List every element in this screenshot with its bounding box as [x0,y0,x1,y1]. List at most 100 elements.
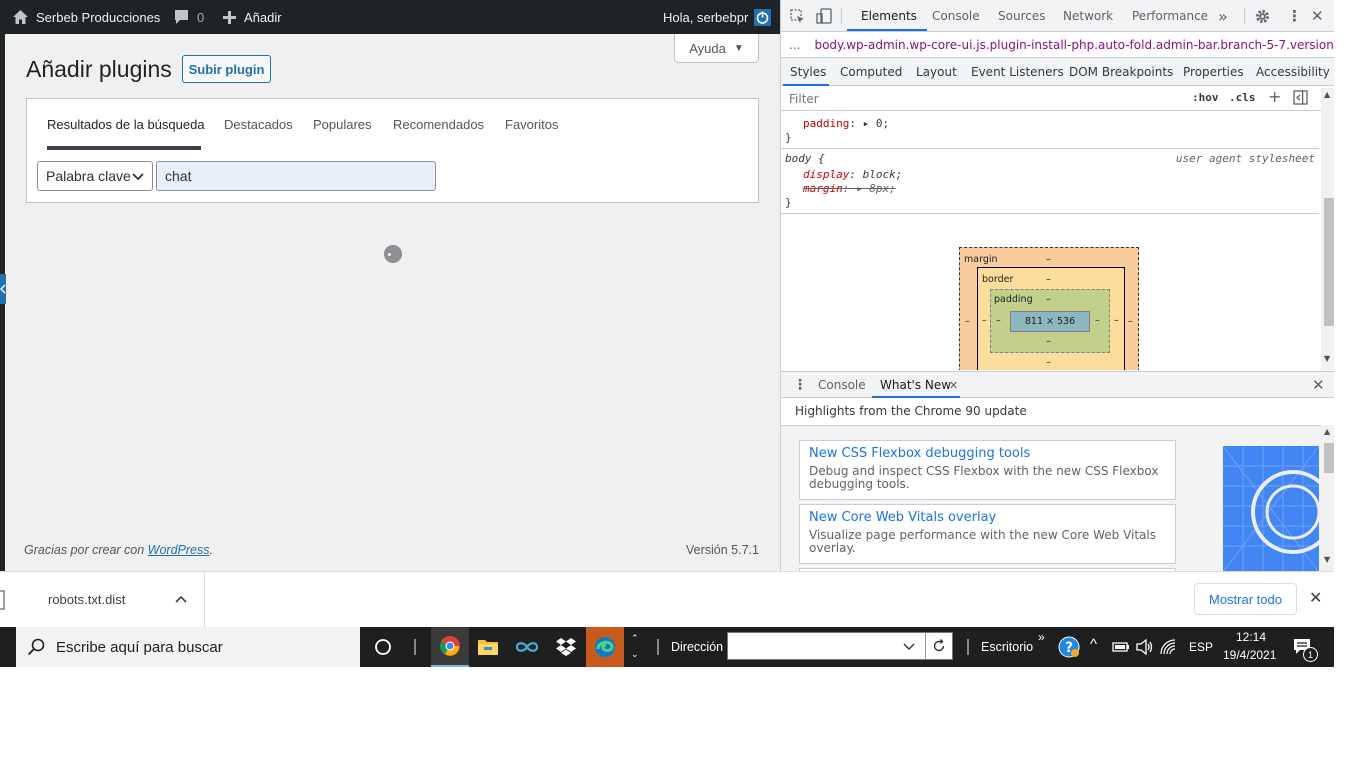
subtab-accessibility[interactable]: Accessibility [1256,58,1330,86]
tab-console[interactable]: Console [932,0,980,32]
scroll-down-arrow-icon[interactable]: ▼ [1324,354,1330,363]
greeting: Hola, serbebpr [663,9,749,25]
inspect-element-icon[interactable] [790,0,805,32]
help-tab-button[interactable]: Ayuda ▼ [674,34,759,63]
help-tray-icon[interactable]: ? [1052,627,1086,667]
tab-network[interactable]: Network [1063,0,1113,32]
css-display-declaration[interactable]: display: block; [803,168,902,181]
settings-gear-icon[interactable] [1255,0,1270,32]
close-downloads-icon[interactable]: ✕ [1309,588,1322,608]
my-account-link[interactable]: Hola, serbebpr [663,0,772,34]
dropbox-icon[interactable] [547,627,585,667]
tab-sources[interactable]: Sources [998,0,1045,32]
comments-link[interactable]: 0 [173,0,204,34]
whats-new-scrollbar[interactable]: ▲ ▼ [1321,425,1334,571]
wordpress-link[interactable]: WordPress [148,543,210,557]
task-view-icon[interactable] [364,627,402,667]
css-padding-declaration[interactable]: padding: ▸ 0; [803,117,889,130]
more-tabs-button[interactable]: » [1218,0,1228,32]
tab-performance[interactable]: Performance [1132,0,1208,32]
admin-bar: Serbeb Producciones 0 Añadir Hola, serbe… [0,0,780,34]
rule-divider-2 [781,213,1319,214]
address-toolbar-input[interactable] [727,632,953,660]
tab-popular[interactable]: Populares [313,117,372,132]
collapse-menu-tab[interactable] [0,274,6,304]
show-all-downloads-button[interactable]: Mostrar todo [1194,583,1297,615]
wifi-icon[interactable] [1158,627,1180,667]
styles-filter-input[interactable] [786,89,1183,108]
styles-scrollbar-thumb[interactable] [1324,198,1334,326]
dom-breadcrumb[interactable]: ... body.wp-admin.wp-core-ui.js.plugin-i… [781,32,1334,58]
subtab-dom-breakpoints[interactable]: DOM Breakpoints [1069,58,1173,86]
search-plugins-input[interactable] [156,161,436,191]
new-style-rule-icon[interactable]: + [1268,87,1281,106]
new-content-link[interactable]: Añadir [222,0,282,34]
site-name-link[interactable]: Serbeb Producciones [12,0,160,34]
device-toolbar-icon[interactable] [816,0,832,32]
drawer-tab-console[interactable]: Console [818,372,866,398]
subtab-event-listeners[interactable]: Event Listeners [971,58,1064,86]
whats-new-scrollbar-thumb[interactable] [1324,443,1334,473]
css-margin-declaration[interactable]: margin: ▸ 8px; [803,182,896,195]
chevron-down-icon[interactable] [903,642,915,652]
tab-favorites[interactable]: Favoritos [505,117,558,132]
scroll-down-arrow-icon[interactable]: ▼ [1324,555,1330,564]
download-file-name[interactable]: robots.txt.dist [48,592,125,607]
drawer-toolbar: ⋮ Console What's New ✕ ✕ [781,371,1334,398]
clock-date[interactable]: 19/4/2021 [1223,648,1276,662]
toolbar-overflow-icon[interactable]: » [1038,630,1045,644]
feature-card[interactable]: New CSS Flexbox debugging tools Debug an… [799,440,1176,500]
search-icon [27,638,45,656]
feature-card-title[interactable]: New Core Web Vitals overlay [809,510,1166,525]
close-devtools-icon[interactable]: ✕ [1311,0,1324,32]
taskbar-scroll-arrows[interactable]: ⌃ ⌄ [627,627,645,667]
active-tab-indicator [847,29,927,31]
feature-card[interactable]: New Core Web Vitals overlay Visualize pa… [799,504,1176,564]
kebab-menu-icon[interactable]: ⋮ [1287,0,1302,32]
language-indicator[interactable]: ESP [1189,640,1213,654]
upload-plugin-button[interactable]: Subir plugin [182,55,271,83]
feature-card-title[interactable]: New CSS Flexbox debugging tools [809,446,1166,461]
help-label: Ayuda [689,40,726,56]
breadcrumb-body-node[interactable]: body.wp-admin.wp-core-ui.js.plugin-insta… [814,38,1334,52]
styles-scrollbar[interactable]: ▲ ▼ [1321,88,1334,370]
file-explorer-icon[interactable] [469,627,507,667]
notification-center-icon[interactable]: 1 [1286,627,1320,667]
clock-time[interactable]: 12:14 [1236,630,1266,644]
box-model-content[interactable]: 811 × 536 [1010,311,1090,332]
taskbar-scroll-up-icon[interactable]: ⌃ [631,633,639,644]
scroll-up-arrow-icon[interactable]: ▲ [1324,427,1330,436]
battery-icon[interactable] [1110,627,1132,667]
close-whats-new-icon[interactable]: ✕ [949,372,958,398]
css-body-selector[interactable]: body { [785,152,825,165]
chevron-up-icon[interactable] [175,594,187,604]
search-type-select[interactable]: Palabra clave [37,161,153,191]
hov-toggle[interactable]: :hov [1192,91,1219,104]
close-drawer-icon[interactable]: ✕ [1312,372,1325,398]
infinity-app-icon[interactable] [508,627,546,667]
taskbar-search-box[interactable]: Escribe aquí para buscar [16,627,360,667]
chrome-taskbar-icon[interactable] [431,627,469,667]
breadcrumb-overflow[interactable]: ... [789,38,800,52]
subtab-computed[interactable]: Computed [840,58,902,86]
cls-toggle[interactable]: .cls [1229,91,1256,104]
toggle-sidebar-icon[interactable] [1293,90,1308,108]
refresh-icon[interactable] [932,639,946,653]
edge-taskbar-icon[interactable] [586,627,624,667]
subtab-properties[interactable]: Properties [1183,58,1244,86]
scroll-up-arrow-icon[interactable]: ▲ [1324,90,1330,99]
drawer-menu-icon[interactable]: ⋮ [793,372,807,398]
tab-search-results[interactable]: Resultados de la búsqueda [47,117,205,132]
volume-icon[interactable] [1134,627,1156,667]
download-item[interactable]: robots.txt.dist [0,572,205,628]
tab-featured[interactable]: Destacados [224,117,293,132]
subtab-styles[interactable]: Styles [790,58,826,86]
chevron-up-tray-icon[interactable]: ^ [1090,636,1097,653]
drawer-tab-whats-new[interactable]: What's New [880,372,951,398]
taskbar-scroll-down-icon[interactable]: ⌄ [631,649,639,660]
tab-elements[interactable]: Elements [861,0,917,32]
subtab-layout[interactable]: Layout [916,58,957,86]
desktop-toolbar-label[interactable]: Escritorio [981,640,1033,654]
margin-top-value: – [1046,254,1051,265]
tab-recommended[interactable]: Recomendados [393,117,484,132]
